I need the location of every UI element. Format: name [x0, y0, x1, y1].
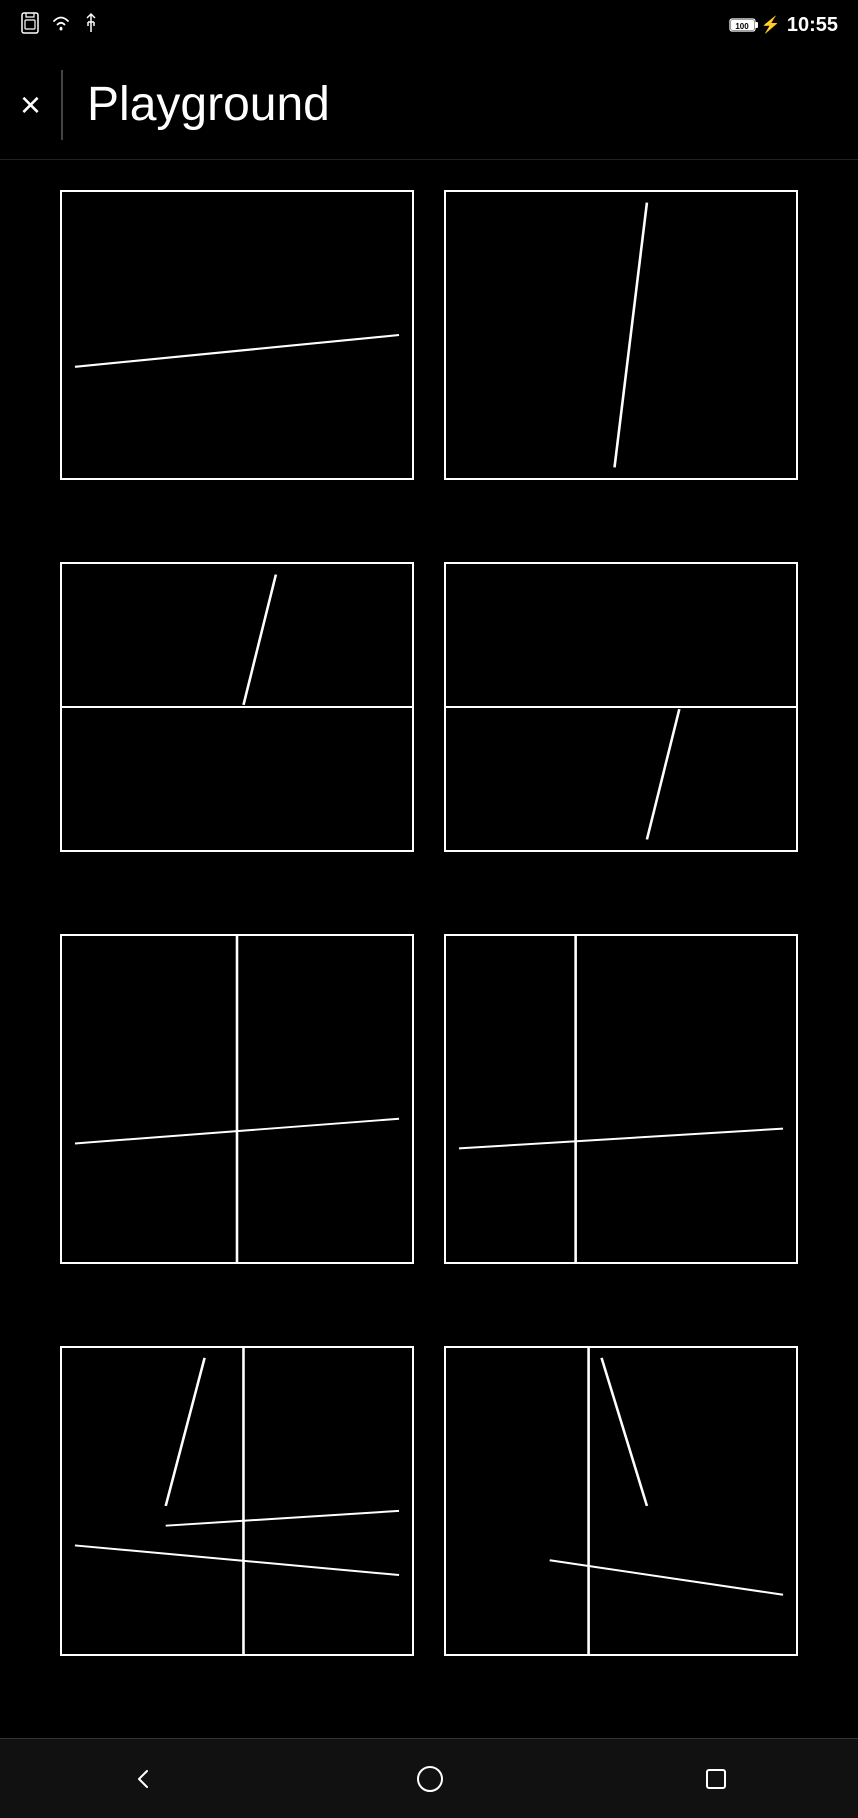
page-title: Playground	[87, 77, 330, 132]
status-left-icons	[20, 12, 100, 39]
title-divider	[61, 70, 63, 140]
wifi-icon	[50, 14, 72, 37]
bottom-nav	[0, 1738, 858, 1818]
layout-grid	[0, 160, 858, 1738]
recents-button[interactable]	[703, 1766, 729, 1792]
status-bar: 100 ⚡ 10:55	[0, 0, 858, 50]
layout-item-8[interactable]	[444, 1346, 798, 1656]
back-button[interactable]	[129, 1765, 157, 1793]
layout-item-7[interactable]	[60, 1346, 414, 1656]
layout-item-6[interactable]	[444, 934, 798, 1264]
sim-icon	[20, 12, 40, 39]
svg-text:100: 100	[735, 22, 749, 31]
clock: 10:55	[787, 14, 838, 37]
home-button[interactable]	[415, 1764, 445, 1794]
app-bar: × Playground	[0, 50, 858, 160]
layout-item-5[interactable]	[60, 934, 414, 1264]
layout-item-4[interactable]	[444, 562, 798, 852]
layout-item-2[interactable]	[444, 190, 798, 480]
layout-item-1[interactable]	[60, 190, 414, 480]
close-button[interactable]: ×	[20, 84, 41, 126]
layout-item-3[interactable]	[60, 562, 414, 852]
status-right: 100 ⚡ 10:55	[729, 14, 838, 37]
battery-indicator: 100 ⚡	[729, 15, 781, 35]
usb-icon	[82, 12, 100, 39]
